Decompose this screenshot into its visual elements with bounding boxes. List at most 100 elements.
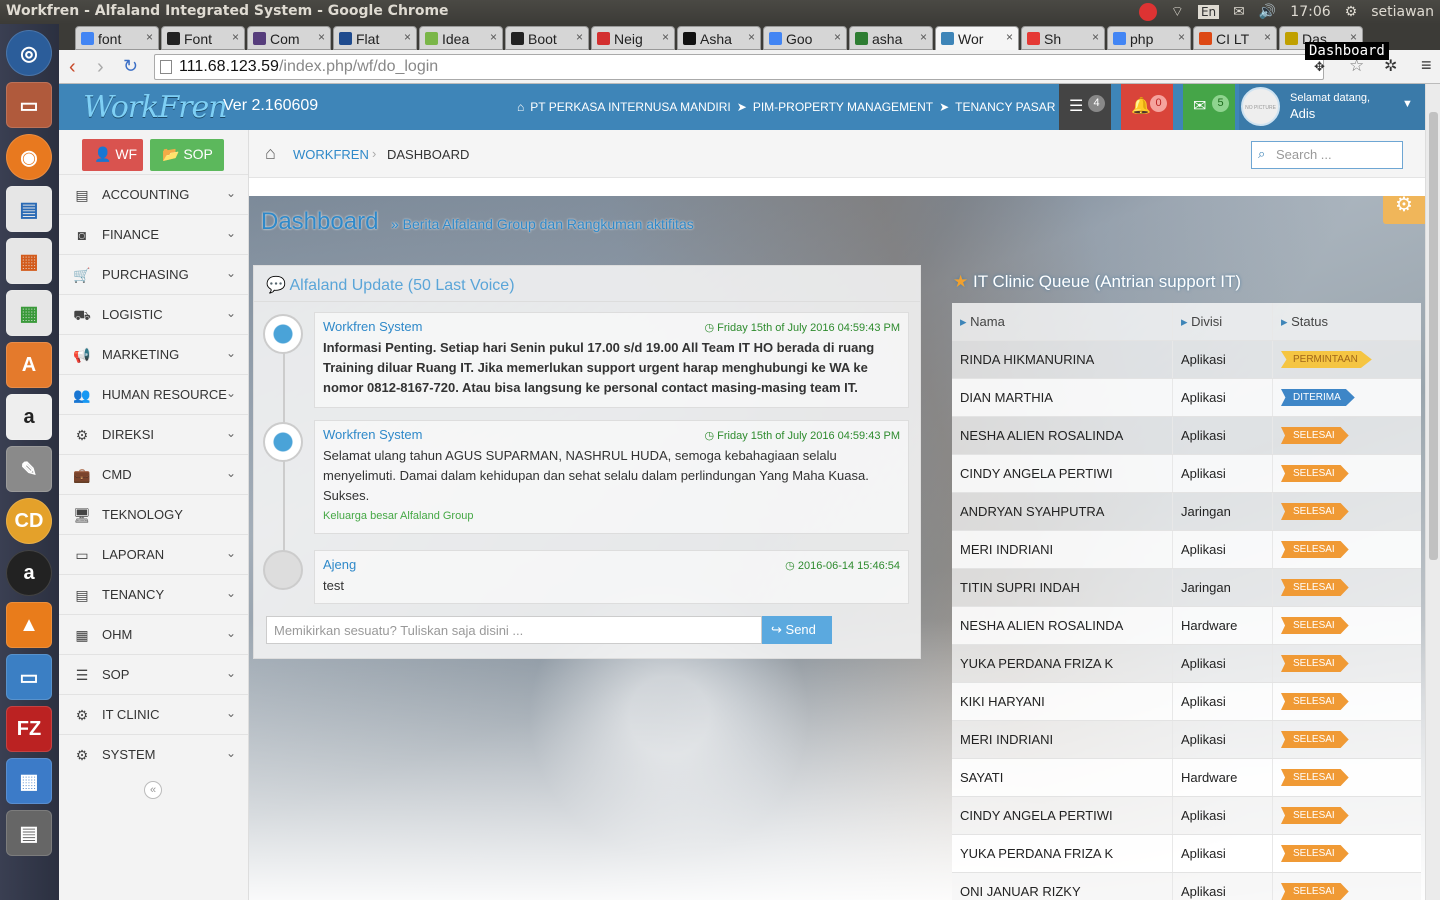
- sidebar-item-it-clinic[interactable]: ⚙ IT CLINIC ⌄: [59, 694, 248, 734]
- table-row[interactable]: YUKA PERDANA FRIZA K Aplikasi SELESAI: [952, 645, 1421, 683]
- browser-tab[interactable]: Com ×: [247, 26, 331, 50]
- impress-icon[interactable]: ▦: [6, 238, 52, 284]
- sidebar-item-teknology[interactable]: 🖥 TEKNOLOGY: [59, 494, 248, 534]
- no-entry-icon[interactable]: [1138, 3, 1157, 21]
- mail-icon[interactable]: ✉: [1233, 4, 1245, 20]
- messages-button[interactable]: ✉ 5: [1183, 84, 1235, 130]
- trash-icon[interactable]: ▤: [6, 810, 52, 856]
- browser-tab[interactable]: Boot ×: [505, 26, 589, 50]
- table-row[interactable]: YUKA PERDANA FRIZA K Aplikasi SELESAI: [952, 835, 1421, 873]
- browser-tab[interactable]: asha ×: [849, 26, 933, 50]
- table-row[interactable]: NESHA ALIEN ROSALINDA Aplikasi SELESAI: [952, 417, 1421, 455]
- reload-icon[interactable]: ↻: [123, 56, 138, 77]
- back-icon[interactable]: ‹: [69, 56, 76, 79]
- workspace-icon[interactable]: ▦: [6, 758, 52, 804]
- software-center-icon[interactable]: A: [6, 342, 52, 388]
- division-crumb[interactable]: PIM-PROPERTY MANAGEMENT: [753, 100, 933, 114]
- workfren-logo[interactable]: WorkFren: [83, 90, 228, 125]
- amazon-icon[interactable]: a: [6, 394, 52, 440]
- ubuntu-dash-icon[interactable]: ◎: [6, 30, 52, 76]
- clock[interactable]: 17:06: [1290, 4, 1330, 20]
- browser-tab[interactable]: Font ×: [161, 26, 245, 50]
- sidebar-item-sop[interactable]: ☰ SOP ⌄: [59, 654, 248, 694]
- cd-icon[interactable]: CD: [6, 498, 52, 544]
- search-input[interactable]: ⌕ Search ...: [1251, 141, 1403, 169]
- table-row[interactable]: KIKI HARYANI Aplikasi SELESAI: [952, 683, 1421, 721]
- close-tab-icon[interactable]: ×: [318, 30, 325, 44]
- close-tab-icon[interactable]: ×: [146, 30, 153, 44]
- settings-gear-button[interactable]: ⚙: [1383, 196, 1425, 224]
- notifications-button[interactable]: 🔔 0: [1121, 84, 1173, 130]
- extension-icon[interactable]: ✥: [1314, 59, 1325, 75]
- audacity-icon[interactable]: a: [6, 550, 52, 596]
- sidebar-item-logistic[interactable]: ⛟ LOGISTIC ⌄: [59, 294, 248, 334]
- calc-icon[interactable]: ▦: [6, 290, 52, 336]
- remote-desktop-icon[interactable]: ▭: [6, 654, 52, 700]
- close-tab-icon[interactable]: ×: [232, 30, 239, 44]
- volume-icon[interactable]: 🔊: [1259, 4, 1276, 20]
- browser-tab[interactable]: Idea ×: [419, 26, 503, 50]
- send-button[interactable]: ↪ Send: [762, 616, 832, 644]
- breadcrumb-home[interactable]: WORKFREN: [293, 147, 369, 162]
- home-icon[interactable]: ⌂: [265, 143, 276, 164]
- sidebar-item-direksi[interactable]: ⚙ DIREKSI ⌄: [59, 414, 248, 454]
- table-row[interactable]: SAYATI Hardware SELESAI: [952, 759, 1421, 797]
- sidebar-item-system[interactable]: ⚙ SYSTEM ⌄: [59, 734, 248, 774]
- user-menu[interactable]: NO PICTURE Selamat datang, Adis ▼: [1239, 84, 1426, 130]
- browser-tab[interactable]: Neig ×: [591, 26, 675, 50]
- sidebar-item-tenancy[interactable]: ▤ TENANCY ⌄: [59, 574, 248, 614]
- table-row[interactable]: RINDA HIKMANURINA Aplikasi PERMINTAAN: [952, 341, 1421, 379]
- sidebar-item-ohm[interactable]: ▦ OHM ⌄: [59, 614, 248, 654]
- column-header[interactable]: ▸ Divisi: [1173, 303, 1273, 340]
- sidebar-item-finance[interactable]: ◙ FINANCE ⌄: [59, 214, 248, 254]
- close-tab-icon[interactable]: ×: [834, 30, 841, 44]
- close-tab-icon[interactable]: ×: [920, 30, 927, 44]
- files-icon[interactable]: ▭: [6, 82, 52, 128]
- browser-tab[interactable]: Sh ×: [1021, 26, 1105, 50]
- close-tab-icon[interactable]: ×: [576, 30, 583, 44]
- column-header[interactable]: ▸ Status: [1273, 303, 1421, 340]
- firefox-icon[interactable]: ◉: [6, 134, 52, 180]
- table-row[interactable]: NESHA ALIEN ROSALINDA Hardware SELESAI: [952, 607, 1421, 645]
- filezilla-icon[interactable]: FZ: [6, 706, 52, 752]
- url-bar[interactable]: 111.68.123.59/index.php/wf/do_login: [154, 54, 1324, 80]
- table-row[interactable]: CINDY ANGELA PERTIWI Aplikasi SELESAI: [952, 455, 1421, 493]
- close-tab-icon[interactable]: ×: [1006, 30, 1013, 44]
- wifi-icon[interactable]: ⌔: [1171, 3, 1184, 21]
- close-tab-icon[interactable]: ×: [1092, 30, 1099, 44]
- close-tab-icon[interactable]: ×: [490, 30, 497, 44]
- table-row[interactable]: ONI JANUAR RIZKY Aplikasi SELESAI: [952, 873, 1421, 900]
- tasks-button[interactable]: ☰ 4: [1059, 84, 1111, 130]
- sop-button[interactable]: 📂 SOP: [150, 139, 224, 171]
- browser-tab[interactable]: Wor ×: [935, 26, 1019, 51]
- system-settings-icon[interactable]: ✎: [6, 446, 52, 492]
- wf-button[interactable]: 👤 WF: [82, 139, 143, 171]
- browser-tab[interactable]: php ×: [1107, 26, 1191, 50]
- column-header[interactable]: ▸ Nama: [952, 303, 1173, 340]
- chrome-menu-icon[interactable]: ≡: [1421, 55, 1432, 76]
- browser-tab[interactable]: Goo ×: [763, 26, 847, 50]
- close-tab-icon[interactable]: ×: [662, 30, 669, 44]
- sidebar-item-laporan[interactable]: ▭ LAPORAN ⌄: [59, 534, 248, 574]
- close-tab-icon[interactable]: ×: [404, 30, 411, 44]
- table-row[interactable]: MERI INDRIANI Aplikasi SELESAI: [952, 721, 1421, 759]
- scrollbar-thumb[interactable]: [1429, 112, 1438, 560]
- status-input[interactable]: Memikirkan sesuatu? Tuliskan saja disini…: [266, 616, 762, 644]
- browser-tab[interactable]: font ×: [75, 26, 159, 50]
- browser-tab[interactable]: Asha ×: [677, 26, 761, 50]
- settings-icon[interactable]: ⚙: [1345, 4, 1358, 20]
- session-user[interactable]: setiawan: [1371, 4, 1434, 20]
- close-tab-icon[interactable]: ×: [748, 30, 755, 44]
- forward-icon[interactable]: ›: [97, 56, 104, 79]
- writer-icon[interactable]: ▤: [6, 186, 52, 232]
- collapse-sidebar-icon[interactable]: «: [144, 781, 162, 799]
- vlc-icon[interactable]: ▲: [6, 602, 52, 648]
- company-crumb[interactable]: PT PERKASA INTERNUSA MANDIRI: [530, 100, 731, 114]
- close-tab-icon[interactable]: ×: [1264, 30, 1271, 44]
- table-row[interactable]: CINDY ANGELA PERTIWI Aplikasi SELESAI: [952, 797, 1421, 835]
- page-scrollbar[interactable]: [1425, 84, 1440, 900]
- browser-tab[interactable]: CI LT ×: [1193, 26, 1277, 50]
- table-row[interactable]: ANDRYAN SYAHPUTRA Jaringan SELESAI: [952, 493, 1421, 531]
- close-tab-icon[interactable]: ×: [1178, 30, 1185, 44]
- sidebar-item-cmd[interactable]: 💼 CMD ⌄: [59, 454, 248, 494]
